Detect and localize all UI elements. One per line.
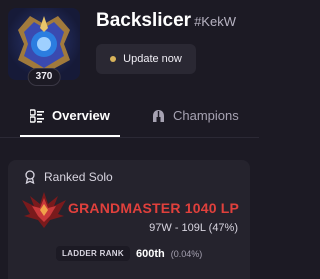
- helmet-icon: [153, 109, 164, 122]
- grandmaster-emblem-icon: [22, 192, 66, 228]
- summoner-tagline: #KekW: [194, 14, 236, 29]
- tab-champions-label: Champions: [173, 108, 239, 123]
- list-icon: [30, 108, 44, 123]
- ladder-rank-label: LADDER RANK: [56, 246, 130, 261]
- tab-overview-label: Overview: [52, 108, 110, 123]
- update-now-button[interactable]: Update now: [96, 44, 196, 74]
- ladder-rank-position: 600th: [135, 247, 165, 260]
- ladder-rank-percent: (0.04%): [170, 248, 203, 259]
- tab-overview[interactable]: Overview: [30, 108, 110, 123]
- level-badge: 370: [27, 68, 61, 86]
- tabs-divider: [0, 137, 259, 138]
- tab-champions[interactable]: Champions: [152, 108, 239, 123]
- ranked-card-header: Ranked Solo: [24, 170, 113, 184]
- award-icon: [25, 170, 35, 184]
- ranked-solo-card: Ranked Solo GRANDMASTER 1040 LP 97W - 10…: [8, 160, 250, 279]
- profile-avatar: 370: [8, 8, 80, 86]
- summoner-name: Backslicer: [96, 10, 192, 31]
- status-dot-icon: [110, 56, 117, 62]
- tier-lp: GRANDMASTER 1040 LP: [68, 200, 240, 216]
- ladder-rank: LADDER RANK 600th (0.04%): [56, 246, 202, 261]
- profile-tabs: Overview Champions: [0, 100, 259, 137]
- summoner-heading: Backslicer #KekW: [96, 10, 236, 32]
- update-now-label: Update now: [123, 53, 182, 65]
- ranked-queue-title: Ranked Solo: [44, 170, 113, 184]
- win-loss-record: 97W - 109L (47%): [149, 222, 238, 234]
